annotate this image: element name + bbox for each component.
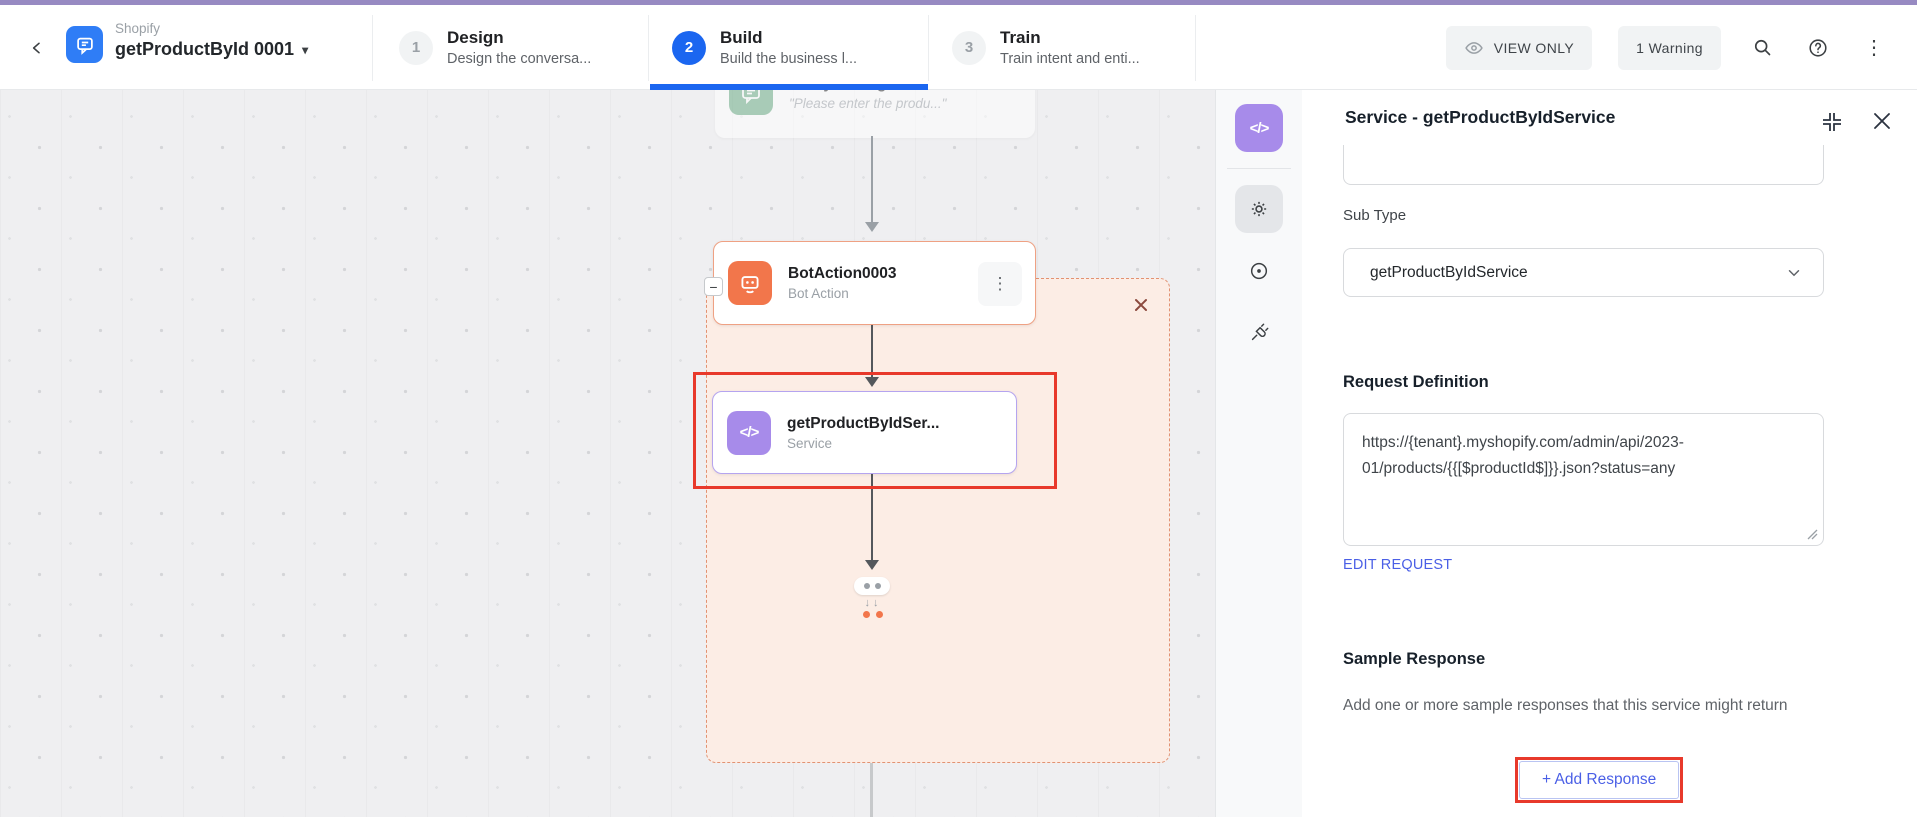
eye-icon [1464,38,1484,58]
warning-label: 1 Warning [1636,40,1703,56]
service-config-panel: Service - getProductByIdService Sub Type… [1302,90,1917,817]
service-node-title: getProductByIdSer... [787,415,939,433]
caret-down-icon: ▾ [302,43,308,57]
entity-node-title: Entity: String [789,90,946,93]
connector-service-out [871,474,873,560]
panel-title: Service - getProductByIdService [1345,107,1615,128]
rail-target-tab[interactable] [1235,247,1283,295]
connector-entity-botaction [871,136,873,222]
help-icon[interactable] [1803,33,1833,63]
sub-type-value: getProductByIdService [1370,264,1528,282]
design-step-number: 1 [399,31,433,65]
top-accent-strip [0,0,1917,5]
train-step-number: 3 [952,31,986,65]
arrowhead-botaction [865,222,879,232]
annotation-rect-add-response: + Add Response [1515,757,1683,803]
sample-response-heading: Sample Response [1343,650,1485,669]
rail-divider [1227,168,1291,169]
breadcrumb-category: Shopify [115,21,308,36]
panel-collapse-icon[interactable] [1820,110,1844,134]
rail-settings-tab[interactable] [1235,185,1283,233]
more-menu-icon[interactable]: ⋮ [1859,33,1889,63]
search-icon[interactable] [1747,33,1777,63]
panel-icon-rail: </> [1215,90,1302,817]
sample-response-description: Add one or more sample responses that th… [1343,695,1833,717]
service-node-subtitle: Service [787,436,939,451]
bot-action-icon [728,261,772,305]
entity-node-subtitle: "Please enter the produ..." [789,96,946,111]
breadcrumb: Shopify getProductById 0001 ▾ [115,21,308,60]
flow-canvas[interactable]: Entity: String "Please enter the produ..… [0,90,1215,817]
train-step-subtitle: Train intent and enti... [1000,51,1140,67]
header-divider [1195,15,1196,81]
build-step-subtitle: Build the business l... [720,51,857,67]
back-button[interactable] [22,33,52,63]
scrolled-input-field[interactable] [1343,140,1824,185]
view-only-badge[interactable]: VIEW ONLY [1446,26,1592,70]
arrowhead-service [865,377,879,387]
header-actions: VIEW ONLY 1 Warning ⋮ [1446,5,1889,90]
build-step-title: Build [720,28,857,48]
drop-dots-icon [854,611,892,618]
bot-action-group-region [706,278,1170,763]
request-definition-textarea[interactable]: https://{tenant}.myshopify.com/admin/api… [1343,413,1824,546]
bot-action-node[interactable]: BotAction0003 Bot Action ⋮ [713,241,1036,325]
app-root: Entity: String "Please enter the produ..… [0,0,1917,817]
design-step-title: Design [447,28,591,48]
request-definition-heading: Request Definition [1343,373,1489,392]
connector-below-region [870,763,873,817]
build-step-number: 2 [672,31,706,65]
bot-action-node-subtitle: Bot Action [788,286,897,301]
connector-botaction-service [871,325,873,377]
service-node[interactable]: </> getProductByIdSer... Service [712,391,1017,474]
group-collapse-toggle[interactable]: − [704,277,723,296]
train-step-title: Train [1000,28,1140,48]
drop-pill [854,577,890,595]
entity-node[interactable]: Entity: String "Please enter the produ..… [715,90,1035,138]
panel-header: Service - getProductByIdService [1302,90,1917,145]
rail-connections-tab[interactable] [1235,309,1283,357]
edit-request-link[interactable]: EDIT REQUEST [1343,557,1452,573]
drop-arrows-icon: ↓↓ [854,598,892,609]
view-only-label: VIEW ONLY [1494,40,1574,56]
tab-build[interactable]: 2 Build Build the business l... [648,5,857,90]
design-step-subtitle: Design the conversa... [447,51,591,67]
entity-chat-icon [729,90,773,115]
sub-type-dropdown[interactable]: getProductByIdService [1343,248,1824,297]
warning-badge[interactable]: 1 Warning [1618,26,1721,70]
bot-name-menu[interactable]: getProductById 0001 ▾ [115,39,308,60]
bot-action-menu-icon[interactable]: ⋮ [978,262,1022,306]
header-divider [372,15,373,81]
panel-close-icon[interactable] [1870,109,1894,133]
top-header: Shopify getProductById 0001 ▾ 1 Design D… [0,5,1917,90]
sub-type-label: Sub Type [1343,207,1406,224]
drop-target-widget[interactable]: ↓↓ [854,577,892,618]
arrowhead-out [865,560,879,570]
rail-code-tab[interactable]: </> [1235,104,1283,152]
tab-design[interactable]: 1 Design Design the conversa... [375,5,591,90]
chevron-down-icon [1785,264,1803,282]
add-response-button[interactable]: + Add Response [1519,761,1679,799]
bot-action-node-title: BotAction0003 [788,265,897,283]
bot-name: getProductById 0001 [115,39,294,60]
tab-train[interactable]: 3 Train Train intent and enti... [928,5,1140,90]
group-close-icon[interactable] [1128,292,1154,318]
service-code-icon: </> [727,411,771,455]
app-logo-icon [66,26,103,63]
active-tab-underline [650,84,928,90]
